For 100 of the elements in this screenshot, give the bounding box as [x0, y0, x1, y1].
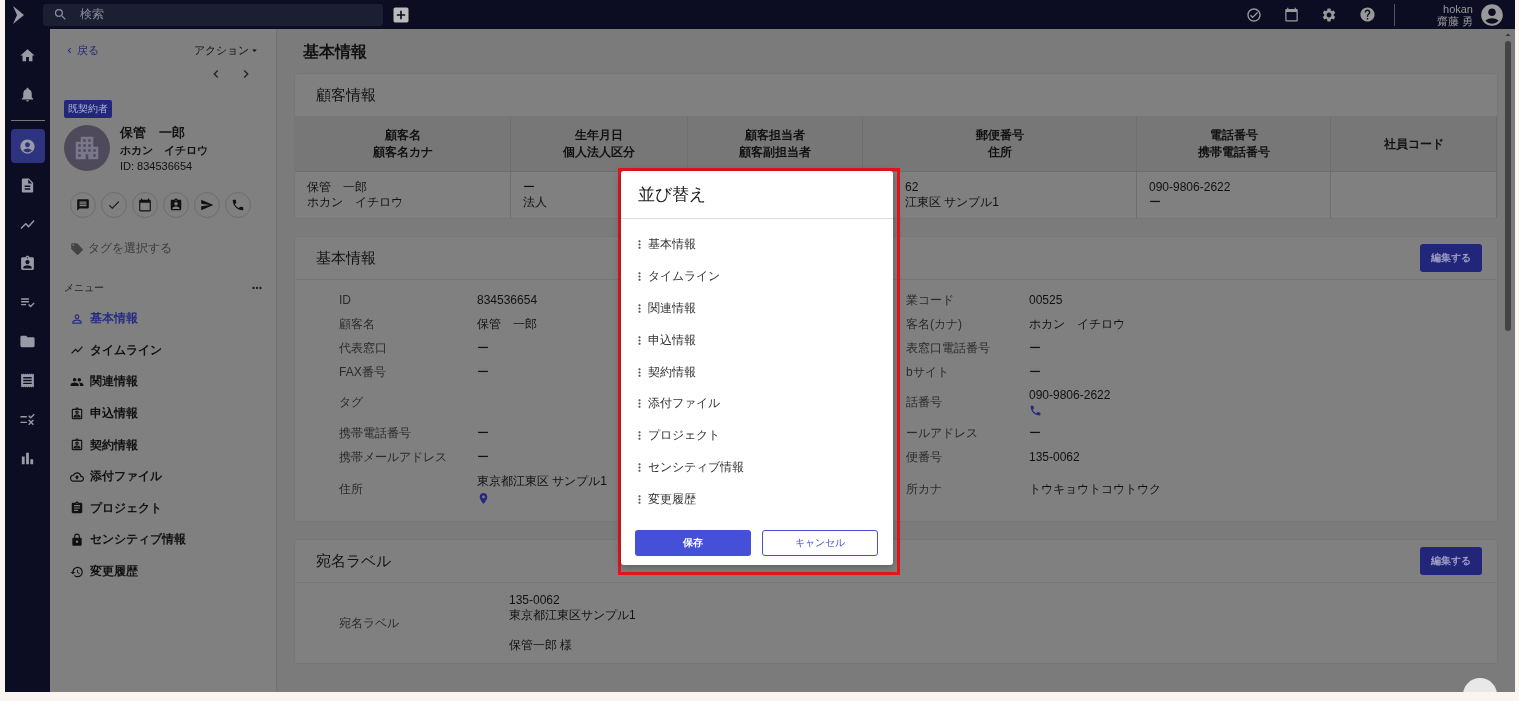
field-label: 業コード: [906, 291, 954, 309]
field-label: ID: [339, 293, 351, 307]
field-value: トウキョウトコウトウク: [1029, 480, 1161, 498]
id-card-icon: [169, 198, 183, 212]
address-line: 135-0062: [509, 593, 560, 608]
action-button[interactable]: [132, 192, 158, 218]
column-subheader: 携帯電話番号: [1197, 144, 1270, 161]
user-name: hokan: [1443, 2, 1473, 15]
sortable-item[interactable]: 契約情報: [633, 356, 893, 388]
person-icon: [19, 137, 36, 155]
card-title: 宛名ラベル: [316, 551, 391, 571]
column-header: 郵便番号: [975, 127, 1024, 144]
help-icon[interactable]: [1358, 6, 1376, 23]
action-button[interactable]: [194, 192, 220, 218]
phone-icon[interactable]: [1029, 404, 1042, 417]
rail-button[interactable]: [10, 129, 45, 163]
customer-id: ID: 834536654: [120, 160, 194, 172]
dialog-title: 並び替え: [621, 171, 893, 219]
history-icon: [70, 564, 84, 579]
field-label: 携帯電話番号: [339, 424, 411, 442]
field-value: ー: [1029, 339, 1041, 357]
settings-icon[interactable]: [1320, 6, 1337, 23]
map-pin-icon[interactable]: [477, 492, 490, 505]
addressee-line: 保管一郎 様: [509, 638, 573, 653]
table-cell: ー: [1149, 195, 1161, 210]
column-header: 生年月日: [575, 127, 623, 144]
menu-item[interactable]: 申込情報: [64, 397, 260, 430]
sortable-item[interactable]: 変更履歴: [633, 483, 893, 516]
menu-item[interactable]: 添付ファイル: [64, 460, 260, 493]
field-label: FAX番号: [339, 363, 386, 381]
field-value: ー: [1029, 363, 1041, 381]
menu-item[interactable]: 変更履歴: [64, 555, 260, 588]
field-value: 東京都江東区 サンプル1: [477, 473, 607, 490]
field-label: 所カナ: [906, 480, 942, 498]
field-label: 顧客名: [339, 315, 375, 333]
action-button[interactable]: [101, 192, 127, 218]
avatar-icon[interactable]: [1479, 1, 1505, 28]
column-subheader: 個人法人区分: [563, 144, 635, 161]
action-menu[interactable]: アクション: [194, 43, 260, 58]
field-label: 宛名ラベル: [339, 614, 399, 632]
sortable-item[interactable]: センシティブ情報: [633, 451, 893, 484]
search-field[interactable]: 検索: [43, 3, 383, 26]
people-icon: [70, 375, 84, 389]
field-label: 代表窓口: [339, 339, 387, 357]
table-cell: 090-9806-2622: [1149, 180, 1231, 195]
field-value: ホカン イチロウ: [1029, 315, 1125, 333]
cancel-button[interactable]: キャンセル: [762, 530, 878, 557]
menu-item[interactable]: 関連情報: [64, 366, 260, 398]
customer-kana: ホカン イチロウ: [120, 144, 208, 158]
cloud-upload-icon: [70, 469, 84, 484]
sortable-item[interactable]: 関連情報: [633, 292, 893, 325]
tag-icon: [70, 241, 84, 256]
calendar-icon: [138, 198, 152, 212]
field-label: bサイト: [906, 363, 949, 381]
sortable-item[interactable]: タイムライン: [633, 260, 893, 293]
edit-button[interactable]: 編集する: [1420, 547, 1482, 575]
message-icon: [76, 198, 90, 212]
tag-select[interactable]: タグを選択する: [64, 240, 260, 257]
column-subheader: 顧客副担当者: [739, 144, 811, 161]
action-button[interactable]: [70, 192, 96, 218]
column-header: 顧客名: [384, 127, 421, 144]
id-card-icon: [70, 438, 84, 453]
action-button[interactable]: [225, 192, 251, 218]
menu-item[interactable]: 契約情報: [64, 429, 260, 461]
back-link[interactable]: 戻る: [64, 43, 99, 58]
save-button[interactable]: 保存: [635, 530, 751, 557]
edit-button[interactable]: 編集する: [1420, 244, 1482, 272]
sortable-item[interactable]: 基本情報: [633, 229, 893, 261]
id-card-icon: [70, 406, 84, 421]
action-button[interactable]: [163, 192, 189, 218]
card-title: 基本情報: [316, 248, 376, 268]
field-label: 住所: [339, 480, 363, 498]
column-header: 顧客担当者: [745, 127, 805, 144]
document-icon: [19, 176, 36, 194]
field-label: 話番号: [906, 394, 942, 411]
menu-item[interactable]: プロジェクト: [64, 492, 260, 525]
sortable-item[interactable]: 添付ファイル: [633, 388, 893, 420]
field-value: 00525: [1029, 293, 1063, 307]
field-label: 客名(カナ): [906, 315, 962, 333]
column-subheader: 住所: [987, 144, 1012, 161]
field-value: 834536654: [477, 293, 538, 307]
column-header: 電話番号: [1209, 127, 1258, 144]
sortable-item[interactable]: 申込情報: [633, 324, 893, 357]
menu-item[interactable]: 基本情報: [64, 303, 260, 335]
id-card-icon: [19, 254, 36, 272]
column-header: 社員コード: [1383, 135, 1444, 153]
field-label: ールアドレス: [906, 424, 978, 442]
status-badge: 既契約者: [64, 100, 112, 118]
table-cell: 江東区 サンプル1: [905, 195, 999, 210]
table-cell: ホカン イチロウ: [307, 195, 403, 210]
menu-item[interactable]: タイムライン: [64, 334, 260, 367]
field-label: 表窓口電話番号: [906, 339, 990, 357]
check-icon: [107, 198, 121, 212]
calendar-icon[interactable]: [1283, 7, 1299, 22]
sortable-item[interactable]: プロジェクト: [633, 419, 893, 452]
table-cell: ー: [523, 180, 535, 195]
field-value: ー: [477, 363, 489, 381]
menu-item[interactable]: センシティブ情報: [64, 524, 260, 556]
field-value: ー: [1029, 424, 1041, 442]
receipt-icon: [19, 371, 36, 389]
